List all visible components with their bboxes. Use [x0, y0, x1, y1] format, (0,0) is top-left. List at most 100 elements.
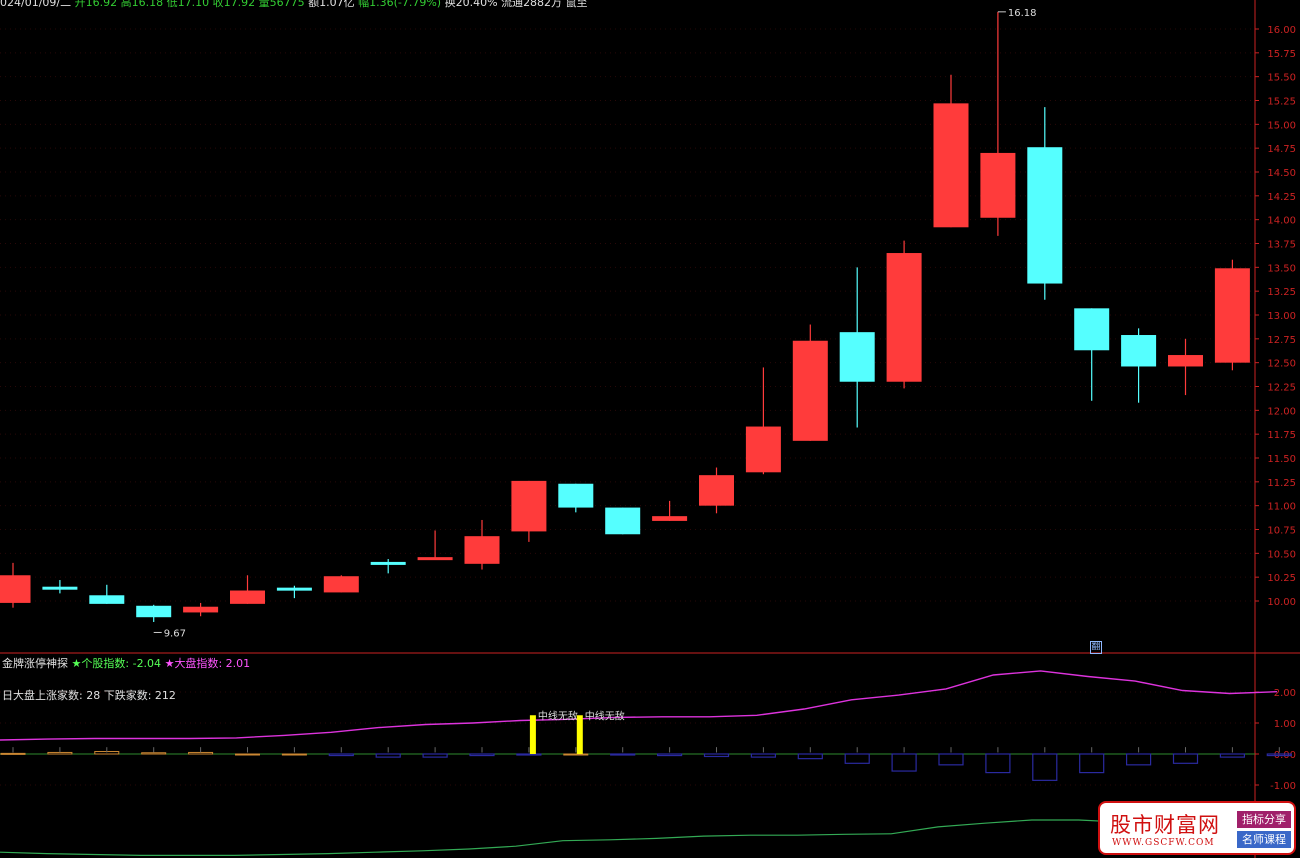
logo-name: 股市财富网	[1110, 813, 1220, 837]
logo-tag-course: 名师课程	[1237, 831, 1291, 848]
candle-body	[558, 483, 594, 508]
histogram-bar	[235, 753, 260, 756]
candle-body	[1168, 355, 1203, 367]
indicator-title: 金牌涨停神探 ★个股指数: -2.04 ★大盘指数: 2.01	[2, 655, 250, 671]
y-tick-label: 10.25	[1267, 573, 1296, 584]
signal-label: 中线无敌	[538, 709, 578, 722]
market-breadth-note: 日大盘上涨家数: 28 下跌家数: 212	[2, 689, 176, 702]
histogram-bar	[1032, 753, 1058, 781]
candle-body	[42, 586, 78, 590]
histogram-bar	[703, 753, 730, 758]
gscfw-logo: 股市财富网 WWW.GSCFW.COM 指标分享 名师课程	[1098, 801, 1296, 855]
candle-body	[699, 475, 734, 506]
histogram-bar	[750, 753, 777, 758]
market-index-value: 2.01	[225, 657, 251, 670]
y-tick-label: 11.25	[1267, 478, 1296, 489]
y-tick-label: 14.25	[1267, 192, 1296, 203]
signal-bar	[529, 715, 536, 754]
candle-body	[0, 575, 31, 603]
histogram-bar	[469, 753, 495, 757]
y-tick-label: 10.75	[1267, 526, 1296, 537]
histogram-bar	[891, 753, 917, 772]
histogram-bar	[656, 753, 683, 757]
histogram-bar	[1172, 753, 1199, 764]
candle-body	[652, 516, 688, 521]
histogram-bar	[281, 753, 307, 756]
y-tick-label: 11.00	[1267, 502, 1296, 513]
candle-body	[183, 606, 219, 613]
y-tick-label: 11.75	[1267, 430, 1296, 441]
histogram-bar	[516, 753, 542, 756]
candle-body	[1214, 268, 1250, 363]
annotation-label: 9.67	[164, 628, 186, 639]
logo-tag-share: 指标分享	[1237, 811, 1291, 828]
histogram-bar	[563, 753, 589, 756]
y-tick-label: 13.00	[1267, 311, 1296, 322]
y-tick-label: 14.50	[1267, 168, 1296, 179]
stock-index-value: -2.04	[132, 657, 162, 670]
y-tick-label: 12.00	[1267, 406, 1296, 417]
signal-bar	[576, 715, 583, 754]
y-tick-label: 12.75	[1267, 335, 1296, 346]
candle-body	[605, 507, 641, 535]
y-tick-label: 15.75	[1267, 49, 1296, 60]
histogram-bar	[1125, 753, 1152, 766]
candle-body	[323, 576, 359, 593]
y-tick-label: 10.50	[1267, 549, 1296, 560]
histogram-bar	[188, 751, 214, 755]
candle-body	[230, 590, 265, 604]
kline-chart[interactable]: 16.00 15.75 15.50 15.25 15.00 14.75 14.50 14.25…	[0, 0, 1300, 858]
signal-label: 中线无敌	[585, 709, 625, 722]
histogram-bar	[422, 753, 448, 758]
histogram-bar	[797, 753, 823, 760]
y-tick-label: 15.25	[1267, 97, 1296, 108]
candle-body	[980, 152, 1016, 218]
candle-body	[745, 426, 781, 473]
candle-body	[89, 595, 125, 604]
y-tick-label: 13.25	[1267, 287, 1296, 298]
candle-body	[417, 557, 453, 561]
y-tick-label: 15.00	[1267, 120, 1296, 131]
y-tick-label: 14.75	[1267, 144, 1296, 155]
candle-body	[511, 480, 547, 532]
candle-body	[933, 103, 969, 228]
histogram-bar	[141, 752, 167, 755]
y-tick-label: 10.00	[1267, 597, 1296, 608]
candle-body	[1121, 335, 1157, 367]
candle-body	[792, 340, 828, 441]
stock-index-label: ★个股指数:	[71, 657, 130, 670]
histogram-bar	[328, 753, 354, 757]
y-tick-label: 12.25	[1267, 383, 1296, 394]
stock-index-line	[0, 819, 1267, 857]
candle-body	[276, 587, 312, 591]
annotation-label: 16.18	[1008, 8, 1037, 19]
histogram-bar	[610, 753, 636, 756]
histogram-bar	[1079, 753, 1105, 774]
ind-y-tick-label: -1.00	[1270, 781, 1296, 792]
candle-body	[1027, 147, 1063, 284]
candle-body	[136, 605, 172, 618]
logo-url: WWW.GSCFW.COM	[1112, 838, 1215, 848]
ind-y-tick-label: 1.00	[1274, 719, 1296, 730]
candle-body	[839, 332, 875, 382]
y-tick-label: 14.00	[1267, 216, 1296, 227]
histogram-bar	[938, 753, 964, 766]
histogram-bar	[1219, 753, 1246, 758]
y-tick-label: 13.50	[1267, 263, 1296, 274]
y-tick-label: 11.50	[1267, 454, 1296, 465]
indicator-name: 金牌涨停神探	[2, 657, 68, 670]
candle-body	[1074, 308, 1110, 351]
candle-body	[886, 253, 922, 382]
histogram-bar	[844, 753, 870, 764]
histogram-bar	[375, 753, 401, 758]
market-index-label: ★大盘指数:	[164, 657, 223, 670]
y-tick-label: 15.50	[1267, 73, 1296, 84]
candle-body	[464, 536, 500, 564]
histogram-bar	[985, 753, 1011, 774]
histogram-bar	[0, 752, 26, 755]
candle-body	[370, 561, 406, 565]
y-tick-label: 16.00	[1267, 25, 1296, 36]
histogram-bar	[47, 751, 73, 755]
y-tick-label: 13.75	[1267, 240, 1296, 251]
flip-marker-icon[interactable]: 翻	[1090, 641, 1102, 654]
